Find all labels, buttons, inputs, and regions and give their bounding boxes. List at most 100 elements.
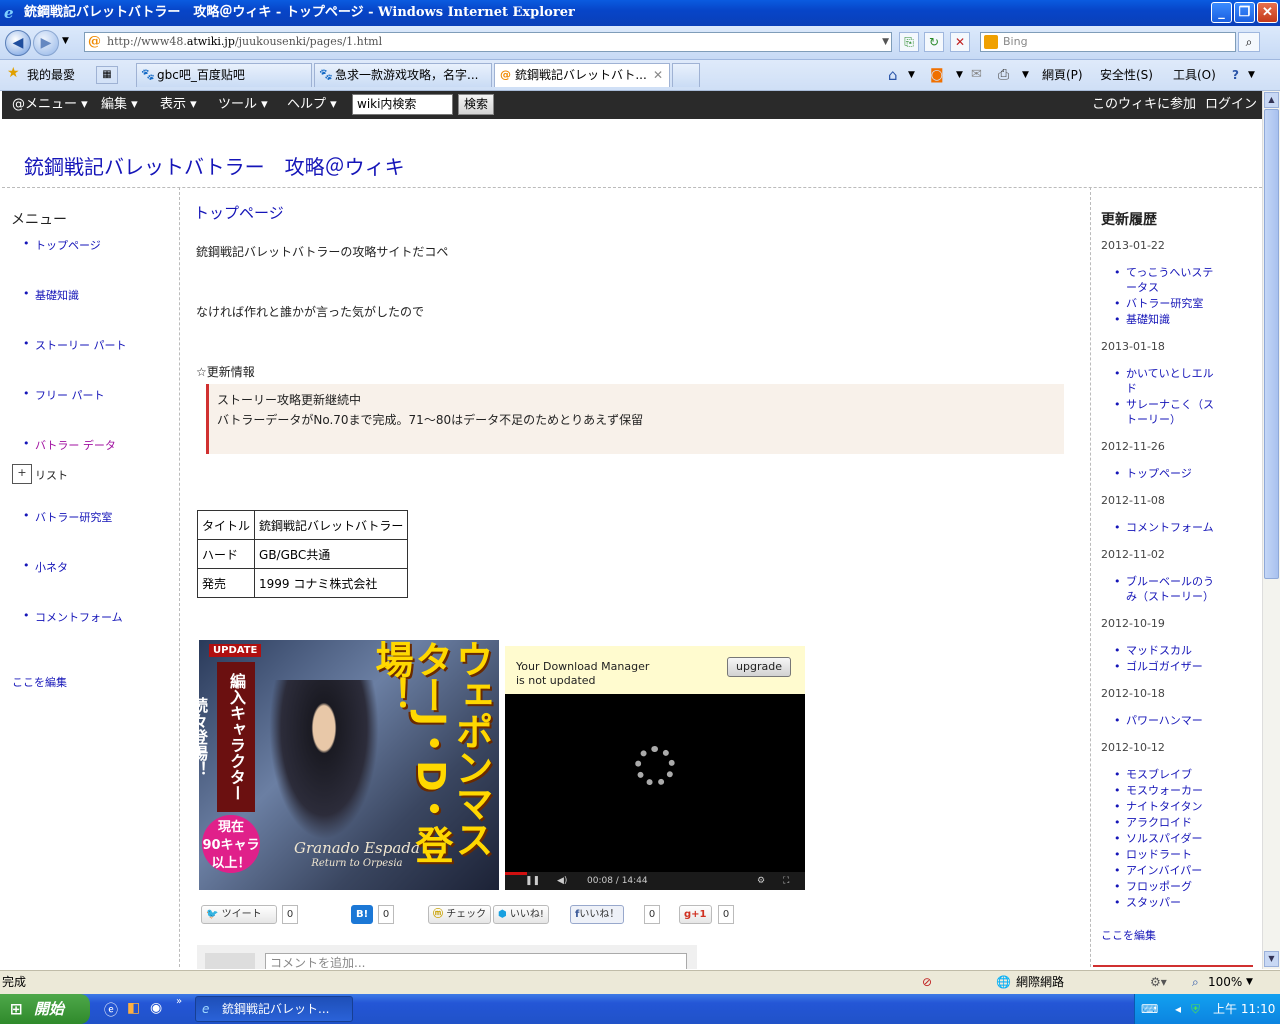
tab-close-icon[interactable]: ✕ bbox=[653, 64, 663, 86]
tray-arrow-icon[interactable]: ◂ bbox=[1175, 994, 1181, 1024]
history-item[interactable]: てっこうへいステータス bbox=[1114, 265, 1218, 295]
quicklaunch-media-icon[interactable]: ◉ bbox=[150, 1000, 162, 1016]
ad-banner[interactable]: UPDATE 編入キャラクター続々登場！ ウェポンマスターJ・D・登場！ 現在 … bbox=[199, 640, 499, 890]
fullscreen-icon[interactable]: ⛶ bbox=[783, 872, 789, 890]
history-item[interactable]: アラクロイド bbox=[1114, 815, 1192, 830]
site-title[interactable]: 銃鋼戦記バレットバトラー 攻略＠ウィキ bbox=[24, 151, 405, 180]
favorites-label[interactable]: 我的最愛 bbox=[27, 64, 75, 86]
history-item[interactable]: モスウォーカー bbox=[1114, 783, 1203, 798]
left-item-tips[interactable]: 小ネタ bbox=[23, 559, 68, 575]
history-item[interactable]: サレーナこく（ストーリー） bbox=[1114, 397, 1218, 427]
settings-gear-icon[interactable]: ⚙ bbox=[757, 872, 765, 890]
page-scrollbar[interactable]: ▲ ▼ bbox=[1262, 91, 1280, 969]
expand-plus-icon[interactable]: + bbox=[12, 464, 32, 484]
left-item-butler-data[interactable]: バトラー データ bbox=[23, 437, 116, 453]
mixi-check-button[interactable]: ⓜ チェック bbox=[428, 905, 492, 924]
history-item[interactable]: モスブレイブ bbox=[1114, 767, 1192, 782]
quicklaunch-ie-icon[interactable]: ⓔ bbox=[104, 1000, 118, 1020]
address-field[interactable]: @ http://www48.atwiki.jp/juukousenki/pag… bbox=[84, 32, 892, 52]
history-item[interactable]: かいていとしエルド bbox=[1114, 366, 1218, 396]
wiki-search-button[interactable]: 検索 bbox=[458, 94, 494, 115]
stop-icon[interactable]: ✕ bbox=[950, 32, 970, 52]
scroll-down-icon[interactable]: ▼ bbox=[1264, 951, 1279, 967]
history-item[interactable]: フロッポーグ bbox=[1114, 879, 1192, 894]
hatena-bookmark-button[interactable]: B! bbox=[351, 905, 374, 924]
iine-button[interactable]: ⬢ いいね! bbox=[493, 905, 549, 924]
favorites-star-icon[interactable]: ★ bbox=[7, 65, 20, 81]
volume-icon[interactable]: ◀) bbox=[557, 872, 567, 890]
address-dropdown-icon[interactable]: ▼ bbox=[882, 33, 889, 51]
play-pause-icon[interactable]: ❚❚ bbox=[525, 872, 540, 890]
menu-atmenu[interactable]: @メニュー ▾ bbox=[12, 91, 88, 119]
print-dropdown-icon[interactable]: ▼ bbox=[1022, 64, 1029, 86]
tab-gbc[interactable]: 🐾 gbc吧_百度贴吧 bbox=[136, 63, 312, 87]
maximize-button[interactable]: ❐ bbox=[1234, 2, 1255, 23]
facebook-like-button[interactable]: fいいね！ bbox=[570, 905, 625, 924]
history-item[interactable]: ロッドラート bbox=[1114, 847, 1192, 862]
left-item-story[interactable]: ストーリー パート bbox=[23, 337, 126, 353]
tab-question[interactable]: 🐾 急求一款游戏攻略，名字... bbox=[314, 63, 492, 87]
left-item-comment[interactable]: コメントフォーム bbox=[23, 609, 123, 625]
home-icon[interactable]: ⌂ bbox=[888, 64, 898, 86]
zoom-dropdown-icon[interactable]: ▼ bbox=[1246, 971, 1253, 994]
left-item-list[interactable]: リスト bbox=[35, 467, 68, 483]
tweet-button[interactable]: 🐦 ツイート bbox=[201, 905, 277, 924]
history-item[interactable]: トップページ bbox=[1114, 466, 1192, 481]
zoom-level[interactable]: 100% bbox=[1208, 971, 1242, 994]
left-item-basics[interactable]: 基礎知識 bbox=[23, 287, 79, 303]
help-dropdown-icon[interactable]: ▼ bbox=[1248, 64, 1255, 86]
scroll-up-icon[interactable]: ▲ bbox=[1264, 92, 1279, 108]
scroll-thumb[interactable] bbox=[1264, 109, 1279, 579]
start-button[interactable]: ⊞ 開始 bbox=[0, 994, 90, 1024]
login-link[interactable]: ログイン bbox=[1205, 91, 1257, 119]
refresh-icon[interactable]: ↻ bbox=[924, 32, 944, 52]
new-tab-button[interactable] bbox=[672, 63, 700, 87]
history-item[interactable]: スタッパー bbox=[1114, 895, 1181, 910]
menu-help[interactable]: ヘルプ ▾ bbox=[287, 91, 337, 119]
keyboard-icon[interactable]: ⌨ bbox=[1141, 994, 1158, 1024]
home-dropdown-icon[interactable]: ▼ bbox=[908, 64, 915, 86]
close-button[interactable]: ✕ bbox=[1257, 2, 1278, 23]
history-item[interactable]: アインバイパー bbox=[1114, 863, 1202, 878]
history-item[interactable]: コメントフォーム bbox=[1114, 520, 1214, 535]
forward-button[interactable]: ▶ bbox=[33, 30, 59, 56]
tab-wiki[interactable]: @ 銃鋼戦記バレットバト... ✕ bbox=[494, 63, 670, 87]
rss-dropdown-icon[interactable]: ▼ bbox=[956, 64, 963, 86]
history-item[interactable]: ブルーベールのうみ（ストーリー） bbox=[1114, 574, 1218, 604]
google-plus-button[interactable]: g+1 bbox=[679, 905, 712, 924]
history-item[interactable]: バトラー研究室 bbox=[1114, 296, 1203, 311]
history-item[interactable]: 基礎知識 bbox=[1114, 312, 1170, 327]
menu-tools[interactable]: ツール ▾ bbox=[218, 91, 268, 119]
history-item[interactable]: ソルスパイダー bbox=[1114, 831, 1202, 846]
menu-view[interactable]: 表示 ▾ bbox=[160, 91, 197, 119]
left-edit-link[interactable]: ここを編集 bbox=[12, 674, 67, 690]
page-menu[interactable]: 網頁(P) bbox=[1042, 64, 1083, 86]
video-progress-bar[interactable] bbox=[505, 872, 527, 875]
join-wiki-link[interactable]: このウィキに参加 bbox=[1092, 91, 1196, 119]
help-icon[interactable]: ? bbox=[1232, 64, 1239, 86]
tools-menu[interactable]: 工具(O) bbox=[1173, 64, 1216, 86]
history-item[interactable]: ナイトタイタン bbox=[1114, 799, 1202, 814]
wiki-search-input[interactable]: wiki内検索 bbox=[352, 94, 453, 115]
history-item[interactable]: ゴルゴガイザー bbox=[1114, 659, 1203, 674]
safety-menu[interactable]: 安全性(S) bbox=[1100, 64, 1153, 86]
mail-icon[interactable]: ✉ bbox=[971, 64, 982, 86]
comment-input[interactable]: コメントを追加... bbox=[265, 953, 687, 969]
rss-icon[interactable]: ◙ bbox=[930, 64, 944, 86]
menu-edit[interactable]: 編集 ▾ bbox=[101, 91, 138, 119]
taskbar-item-ie[interactable]: e 銃鋼戦記バレット... bbox=[195, 996, 353, 1022]
video-player[interactable]: Your Download Manager is not updated upg… bbox=[505, 646, 805, 890]
history-item[interactable]: マッドスカル bbox=[1114, 643, 1192, 658]
history-dropdown-icon[interactable]: ▼ bbox=[62, 36, 69, 46]
upgrade-button[interactable]: upgrade bbox=[727, 657, 791, 677]
quick-tabs-icon[interactable]: ▦ bbox=[96, 66, 118, 84]
left-item-top[interactable]: トップページ bbox=[23, 237, 101, 253]
search-field[interactable]: Bing bbox=[980, 32, 1236, 52]
protected-mode-icon[interactable]: ⚙▾ bbox=[1150, 971, 1167, 994]
right-edit-link[interactable]: ここを編集 bbox=[1101, 927, 1156, 943]
history-item[interactable]: パワーハンマー bbox=[1114, 713, 1203, 728]
security-shield-icon[interactable]: ⛨ bbox=[1191, 994, 1200, 1024]
compat-view-icon[interactable]: ⎘ bbox=[899, 32, 919, 52]
quicklaunch-more-icon[interactable]: » bbox=[176, 996, 182, 1007]
minimize-button[interactable]: _ bbox=[1211, 2, 1232, 23]
